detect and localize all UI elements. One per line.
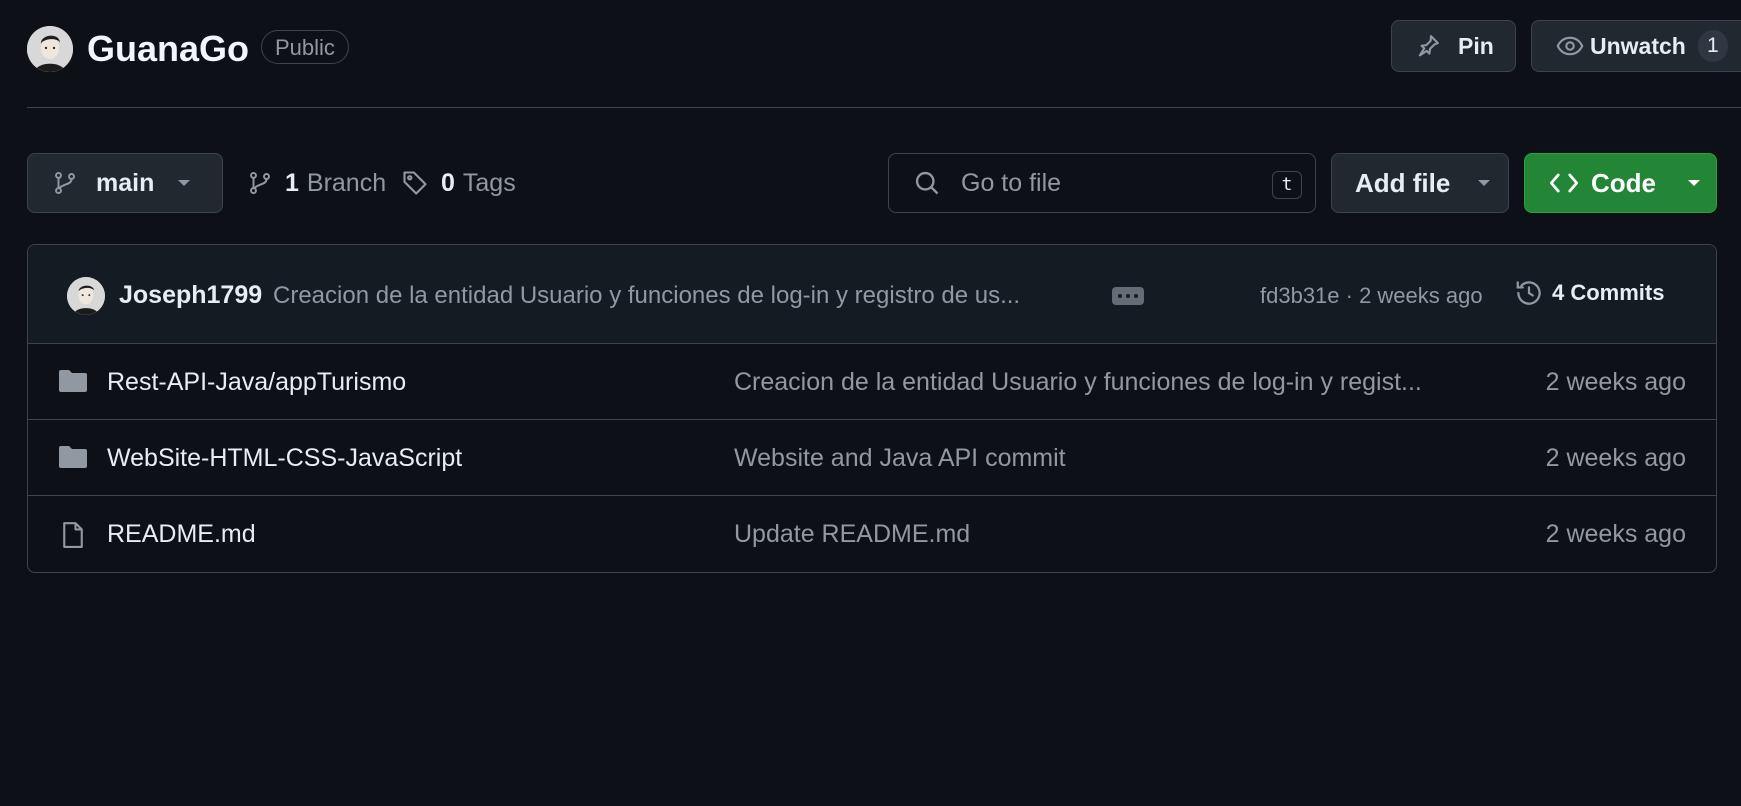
commit-author[interactable]: Joseph1799 bbox=[119, 281, 262, 310]
branch-name: main bbox=[96, 168, 155, 197]
watch-count: 1 bbox=[1697, 30, 1728, 62]
file-icon bbox=[58, 520, 88, 550]
git-branch-icon bbox=[247, 170, 273, 196]
commit-message[interactable]: Creacion de la entidad Usuario y funcion… bbox=[273, 282, 1020, 310]
unwatch-button[interactable]: Unwatch 1 bbox=[1531, 20, 1741, 72]
visibility-badge: Public bbox=[261, 30, 349, 64]
file-commit-message[interactable]: Website and Java API commit bbox=[734, 444, 1066, 473]
commits-history-link[interactable]: 4 Commits bbox=[1514, 278, 1664, 308]
file-row[interactable]: Rest-API-Java/appTurismo Creacion de la … bbox=[28, 344, 1716, 420]
code-label: Code bbox=[1591, 167, 1656, 198]
latest-commit-bar: Joseph1799 Creacion de la entidad Usuari… bbox=[28, 245, 1716, 344]
branches-link[interactable]: 1 Branch bbox=[247, 160, 386, 206]
history-icon bbox=[1514, 278, 1544, 308]
file-name[interactable]: WebSite-HTML-CSS-JavaScript bbox=[107, 444, 462, 473]
file-row[interactable]: WebSite-HTML-CSS-JavaScript Website and … bbox=[28, 420, 1716, 496]
dot bbox=[1126, 294, 1130, 298]
eye-icon bbox=[1556, 32, 1584, 60]
folder-icon bbox=[58, 444, 88, 470]
file-commit-message[interactable]: Creacion de la entidad Usuario y funcion… bbox=[734, 368, 1422, 397]
caret-down-icon bbox=[1476, 178, 1492, 188]
branch-count: 1 bbox=[285, 168, 299, 197]
unwatch-label: Unwatch bbox=[1590, 32, 1686, 59]
git-branch-icon bbox=[52, 170, 78, 196]
tags-link[interactable]: 0 Tags bbox=[401, 160, 516, 206]
tag-label: Tags bbox=[462, 168, 516, 197]
search-input[interactable] bbox=[959, 167, 1263, 199]
file-name[interactable]: README.md bbox=[107, 520, 256, 549]
tag-count: 0 bbox=[441, 168, 455, 197]
expand-commit-message-button[interactable] bbox=[1112, 287, 1144, 305]
file-commit-message[interactable]: Update README.md bbox=[734, 520, 970, 549]
pin-button[interactable]: Pin bbox=[1391, 20, 1516, 72]
file-browser: Joseph1799 Creacion de la entidad Usuari… bbox=[27, 244, 1717, 573]
pin-label: Pin bbox=[1458, 32, 1494, 59]
header-divider bbox=[27, 107, 1741, 108]
keyboard-shortcut-hint: t bbox=[1272, 171, 1302, 199]
file-commit-time: 2 weeks ago bbox=[1545, 368, 1686, 396]
code-button[interactable]: Code bbox=[1524, 153, 1717, 213]
file-commit-time: 2 weeks ago bbox=[1545, 444, 1686, 472]
add-file-label: Add file bbox=[1355, 167, 1451, 198]
search-icon bbox=[913, 169, 941, 197]
pin-icon bbox=[1414, 32, 1442, 60]
branch-selector[interactable]: main bbox=[27, 153, 223, 213]
tag-icon bbox=[401, 169, 429, 197]
dot bbox=[1118, 294, 1122, 298]
go-to-file-search[interactable]: t bbox=[888, 153, 1316, 213]
owner-avatar[interactable] bbox=[27, 26, 73, 72]
code-icon bbox=[1549, 170, 1579, 196]
author-avatar[interactable] bbox=[67, 277, 105, 315]
caret-down-icon[interactable] bbox=[1686, 178, 1702, 188]
folder-icon bbox=[58, 368, 88, 394]
caret-down-icon bbox=[176, 178, 192, 188]
add-file-button[interactable]: Add file bbox=[1331, 153, 1509, 213]
file-name[interactable]: Rest-API-Java/appTurismo bbox=[107, 368, 406, 397]
file-commit-time: 2 weeks ago bbox=[1545, 520, 1686, 548]
dot bbox=[1134, 294, 1138, 298]
branch-label: Branch bbox=[306, 168, 387, 197]
file-row[interactable]: README.md Update README.md 2 weeks ago bbox=[28, 496, 1716, 572]
repo-name[interactable]: GuanaGo bbox=[87, 26, 249, 72]
commits-count-label: 4 Commits bbox=[1552, 280, 1665, 305]
commit-sha-time[interactable]: fd3b31e · 2 weeks ago bbox=[1260, 283, 1483, 309]
